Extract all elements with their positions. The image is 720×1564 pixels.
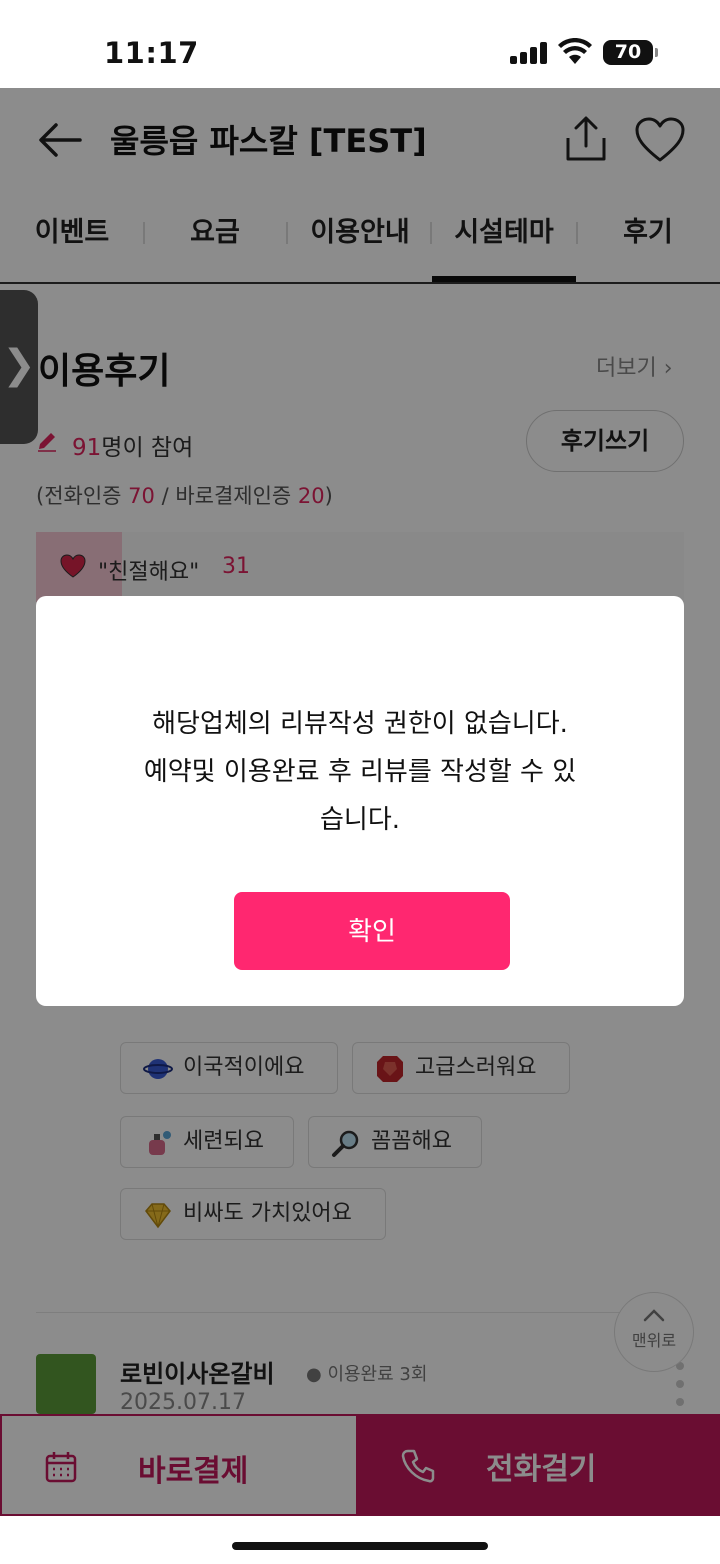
status-bar: 11:17 70 xyxy=(0,0,720,88)
cellular-signal-icon xyxy=(510,42,548,64)
alert-message: 해당업체의 리뷰작성 권한이 없습니다. 예약및 이용완료 후 리뷰를 작성할 … xyxy=(143,709,577,835)
wifi-icon xyxy=(558,38,592,64)
alert-dialog: 해당업체의 리뷰작성 권한이 없습니다. 예약및 이용완료 후 리뷰를 작성할 … xyxy=(36,596,684,1006)
confirm-button[interactable]: 확인 xyxy=(234,892,510,970)
battery-icon: 70 xyxy=(603,40,658,65)
status-time: 11:17 xyxy=(104,36,199,70)
home-indicator[interactable] xyxy=(232,1542,488,1550)
home-area xyxy=(0,1516,720,1564)
